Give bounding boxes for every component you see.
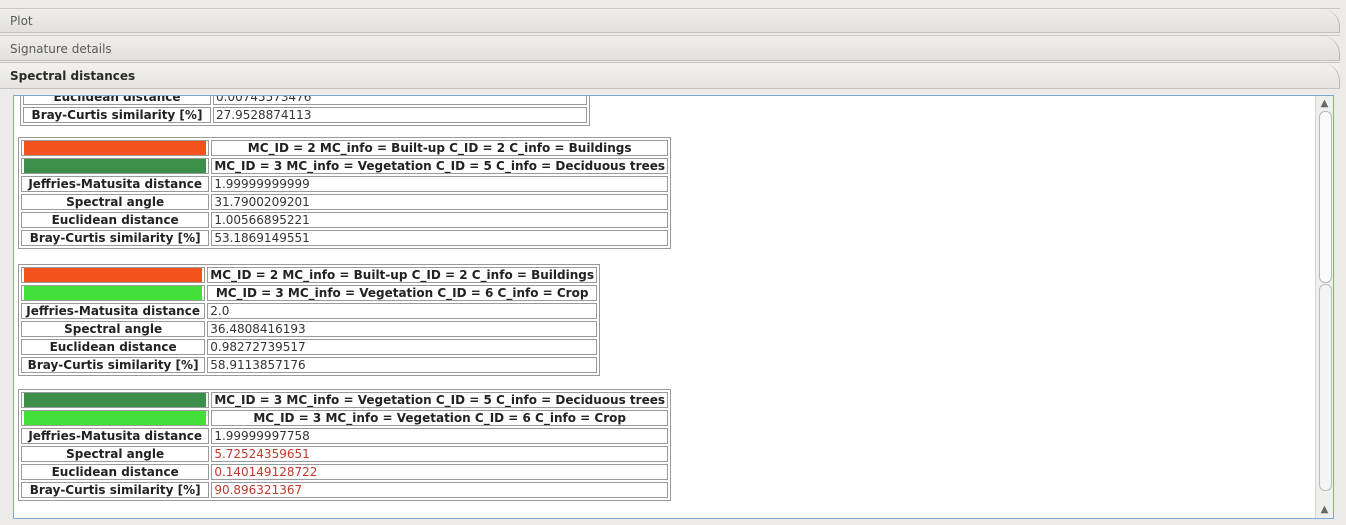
tab-edge xyxy=(1279,36,1340,60)
bray-curtis-label: Bray-Curtis similarity [%] xyxy=(21,482,210,498)
signature-row-2: MC_ID = 3 MC_info = Vegetation C_ID = 5 … xyxy=(211,158,668,174)
jm-value: 1.99999997758 xyxy=(211,428,668,444)
distance-table-partial: Euclidean distance 0.00745573476 Bray-Cu… xyxy=(20,96,590,126)
distance-table-1: MC_ID = 2 MC_info = Built-up C_ID = 2 C_… xyxy=(18,137,671,249)
bray-curtis-value: 58.9113857176 xyxy=(207,357,597,373)
color-swatch-1 xyxy=(21,392,210,408)
signature-row-1: MC_ID = 2 MC_info = Built-up C_ID = 2 C_… xyxy=(207,267,597,283)
bray-curtis-label: Bray-Curtis similarity [%] xyxy=(23,107,211,123)
swatch-fill xyxy=(24,159,207,173)
euclidean-value: 1.00566895221 xyxy=(211,212,668,228)
bray-curtis-value: 27.9528874113 xyxy=(213,107,587,123)
signature-row-1: MC_ID = 3 MC_info = Vegetation C_ID = 5 … xyxy=(211,392,668,408)
bray-curtis-value: 90.896321367 xyxy=(211,482,668,498)
jm-label: Jeffries-Matusita distance xyxy=(21,303,206,319)
distances-content: Euclidean distance 0.00745573476 Bray-Cu… xyxy=(14,96,1316,518)
color-swatch-2 xyxy=(21,410,210,426)
spectral-angle-value: 36.4808416193 xyxy=(207,321,597,337)
bray-curtis-value: 53.1869149551 xyxy=(211,230,668,246)
tab-signature-details[interactable]: Signature details xyxy=(0,35,1340,61)
signature-row-1: MC_ID = 2 MC_info = Built-up C_ID = 2 C_… xyxy=(211,140,668,156)
arrow-down-icon[interactable]: ▲ xyxy=(1316,502,1333,518)
swatch-fill xyxy=(24,393,207,407)
swatch-fill xyxy=(24,411,207,425)
jm-label: Jeffries-Matusita distance xyxy=(21,428,210,444)
euclidean-value: 0.98272739517 xyxy=(207,339,597,355)
swatch-fill xyxy=(24,141,207,155)
tab-spectral-distances[interactable]: Spectral distances xyxy=(0,62,1340,89)
tab-edge xyxy=(1279,9,1340,32)
jm-value: 1.99999999999 xyxy=(211,176,668,192)
euclidean-value: 0.140149128722 xyxy=(211,464,668,480)
euclidean-label: Euclidean distance xyxy=(23,96,211,105)
distance-table-3: MC_ID = 3 MC_info = Vegetation C_ID = 5 … xyxy=(18,389,671,501)
distance-table-2: MC_ID = 2 MC_info = Built-up C_ID = 2 C_… xyxy=(18,264,600,376)
swatch-fill xyxy=(24,286,203,300)
signature-row-2: MC_ID = 3 MC_info = Vegetation C_ID = 6 … xyxy=(211,410,668,426)
spectral-distances-panel: Euclidean distance 0.00745573476 Bray-Cu… xyxy=(13,95,1334,519)
arrow-up-icon[interactable]: ▲ xyxy=(1316,96,1333,112)
scrollbar-track-upper[interactable] xyxy=(1319,111,1332,283)
tab-signature-details-label: Signature details xyxy=(10,42,112,56)
signature-row-2: MC_ID = 3 MC_info = Vegetation C_ID = 6 … xyxy=(207,285,597,301)
vertical-scrollbar[interactable]: ▲ ▲ xyxy=(1315,96,1333,518)
color-swatch-1 xyxy=(21,267,206,283)
jm-label: Jeffries-Matusita distance xyxy=(21,176,210,192)
euclidean-label: Euclidean distance xyxy=(21,212,210,228)
euclidean-value: 0.00745573476 xyxy=(213,96,587,105)
color-swatch-1 xyxy=(21,140,210,156)
color-swatch-2 xyxy=(21,158,210,174)
spectral-angle-label: Spectral angle xyxy=(21,321,206,337)
tab-spectral-distances-label: Spectral distances xyxy=(10,69,136,83)
spectral-angle-label: Spectral angle xyxy=(21,446,210,462)
bray-curtis-label: Bray-Curtis similarity [%] xyxy=(21,230,210,246)
color-swatch-2 xyxy=(21,285,206,301)
swatch-fill xyxy=(24,268,203,282)
euclidean-label: Euclidean distance xyxy=(21,339,206,355)
scrollbar-thumb[interactable] xyxy=(1319,284,1332,491)
euclidean-label: Euclidean distance xyxy=(21,464,210,480)
spectral-angle-label: Spectral angle xyxy=(21,194,210,210)
spectral-angle-value: 5.72524359651 xyxy=(211,446,668,462)
spectral-angle-value: 31.7900209201 xyxy=(211,194,668,210)
bray-curtis-label: Bray-Curtis similarity [%] xyxy=(21,357,206,373)
jm-value: 2.0 xyxy=(207,303,597,319)
tab-edge xyxy=(1279,63,1340,88)
tab-plot-label: Plot xyxy=(10,14,33,28)
tab-plot[interactable]: Plot xyxy=(0,8,1340,33)
